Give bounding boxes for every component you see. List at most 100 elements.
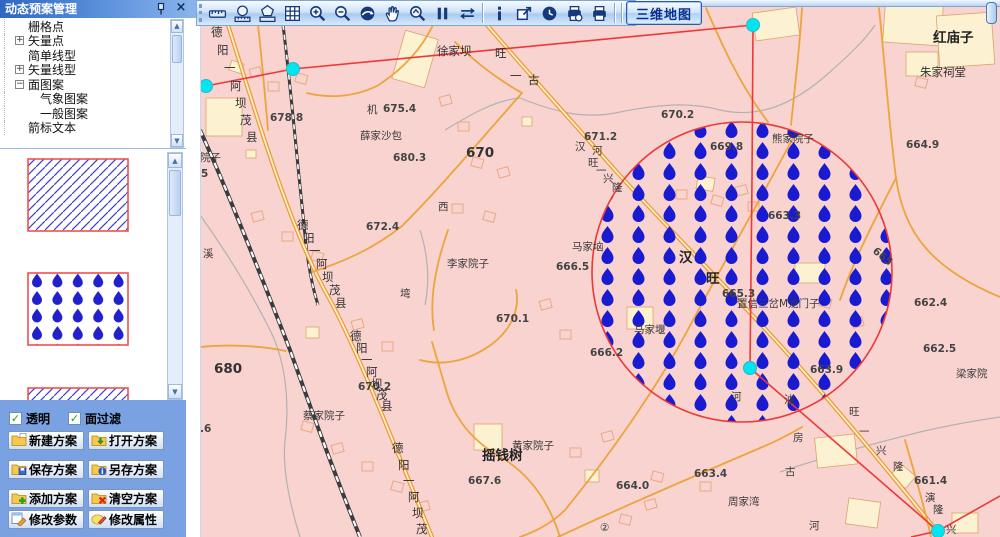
map-label: 周家湾: [728, 495, 760, 508]
pattern-scrollbar-thumb[interactable]: [169, 170, 181, 216]
tree-guide: [4, 48, 15, 63]
edit-params-icon: [11, 511, 27, 529]
tree-guide: [4, 34, 15, 49]
zoom-out-icon[interactable]: [330, 2, 354, 25]
vertex-handle[interactable]: [747, 19, 760, 32]
map-label: 红庙子: [933, 29, 974, 46]
pattern-scrollbar[interactable]: ▲ ▼: [167, 152, 183, 400]
export-icon[interactable]: [512, 2, 536, 25]
vertex-handle[interactable]: [932, 525, 945, 537]
tree-item-矢量线型[interactable]: +矢量线型: [0, 63, 168, 78]
zoom-in-icon[interactable]: [305, 2, 329, 25]
pin-icon[interactable]: [154, 2, 168, 16]
modify-params-plan-button[interactable]: 修改参数: [8, 510, 84, 529]
collapse-minus-icon[interactable]: −: [15, 80, 24, 89]
map-label: 李家院子: [447, 257, 489, 270]
pan-hand-icon[interactable]: [380, 2, 404, 25]
tree-item-矢量点[interactable]: +矢量点: [0, 34, 168, 49]
map-label: 5: [201, 168, 208, 180]
folder-saveas-icon: [91, 461, 107, 479]
map-label: 669.8: [710, 141, 743, 153]
tree-item-一般图案[interactable]: 一般图案: [0, 106, 168, 121]
tree-item-label: 箭标文本: [27, 119, 76, 136]
map-label: 阳: [303, 231, 315, 245]
layer-tree: 栅格点+矢量点简单线型+矢量线型−面图案气象图案一般图案箭标文本: [0, 19, 168, 148]
button-label: 清空方案: [109, 490, 157, 507]
folder-open-icon: [91, 432, 107, 450]
scroll-down-icon[interactable]: ▼: [171, 134, 183, 147]
partial-pattern[interactable]: [27, 387, 129, 400]
toolbar-separator: [614, 3, 616, 23]
map-label: 旺: [706, 271, 720, 287]
map-label: 旺: [849, 406, 860, 418]
globe-icon[interactable]: [355, 2, 379, 25]
print-icon[interactable]: [587, 2, 611, 25]
vertex-handle[interactable]: [744, 362, 757, 375]
tree-item-栅格点[interactable]: 栅格点: [0, 19, 168, 34]
map-label: 680: [214, 361, 242, 377]
vertex-handle[interactable]: [200, 80, 213, 93]
map-label: 兴: [946, 524, 957, 536]
plan-area-circle-annotation[interactable]: [592, 122, 892, 422]
map-label: 670.1: [496, 313, 529, 325]
checkbox-checked[interactable]: ✓: [9, 412, 22, 425]
pause-icon[interactable]: [430, 2, 454, 25]
map-label: 德: [297, 218, 309, 232]
scroll-up-icon[interactable]: ▲: [171, 20, 183, 33]
button-label: 另存方案: [109, 461, 157, 478]
tree-guide: [4, 106, 15, 121]
tree-scrollbar-thumb[interactable]: [172, 35, 182, 63]
saveas-plan-button[interactable]: 另存方案: [88, 460, 164, 479]
map-label: 隆: [893, 460, 904, 473]
tree-leaf-dash: [15, 22, 24, 31]
print-preview-icon[interactable]: [562, 2, 586, 25]
map-label: 阳: [217, 43, 229, 57]
map-canvas[interactable]: 徐家坝红庙子朱家祠堂熊家院子薛家沙包李家院子马家垴马家堰蔡家院子黄家院子摇钱树周…: [200, 7, 1000, 537]
modify-props-plan-button[interactable]: 修改属性: [88, 510, 164, 529]
tree-item-箭标文本[interactable]: 箭标文本: [0, 121, 168, 136]
tree-guide: [4, 63, 15, 78]
scroll-down-icon[interactable]: ▼: [168, 384, 182, 399]
scroll-up-icon[interactable]: ▲: [168, 153, 182, 168]
expand-plus-icon[interactable]: +: [15, 36, 24, 45]
map-label: 一: [309, 244, 321, 258]
map-3d-button[interactable]: 三维地图: [626, 1, 702, 25]
map-label: 一: [403, 474, 415, 488]
grid-icon[interactable]: [280, 2, 304, 25]
swap-icon[interactable]: [455, 2, 479, 25]
toolbar-separator: [482, 3, 484, 23]
new-plan-button[interactable]: 新建方案: [8, 431, 84, 450]
zoom-prev-icon[interactable]: [405, 2, 429, 25]
map-label: 667.6: [468, 475, 501, 487]
map-label: 徐家坝: [437, 44, 472, 58]
tree-indent: [15, 92, 27, 107]
map-corner-control[interactable]: [986, 2, 997, 24]
clear-plan-button[interactable]: 清空方案: [88, 489, 164, 508]
map-label: 河: [592, 145, 603, 157]
expand-plus-icon[interactable]: +: [15, 65, 24, 74]
add-plan-button[interactable]: 添加方案: [8, 489, 84, 508]
open-plan-button[interactable]: 打开方案: [88, 431, 164, 450]
map-label: 机: [367, 103, 378, 116]
clock-icon[interactable]: [537, 2, 561, 25]
measure-polygon-icon[interactable]: [255, 2, 279, 25]
raindrop-fill-pattern[interactable]: [27, 272, 129, 346]
checkbox-checked[interactable]: ✓: [68, 412, 81, 425]
info-icon[interactable]: [487, 2, 511, 25]
tree-scrollbar[interactable]: ▲ ▼: [170, 19, 184, 148]
map-label: 院子: [200, 151, 221, 164]
tree-item-简单线型[interactable]: 简单线型: [0, 48, 168, 63]
toolbar-grip-handle[interactable]: [199, 4, 202, 22]
map-label: 675.4: [383, 103, 416, 115]
measure-line-icon[interactable]: [205, 2, 229, 25]
diagonal-hatch-pattern[interactable]: [27, 158, 129, 232]
map-label: 坝: [322, 270, 334, 284]
measure-circle-icon[interactable]: [230, 2, 254, 25]
tree-guide: [4, 77, 15, 92]
close-icon[interactable]: ×: [174, 0, 188, 16]
vertex-handle[interactable]: [287, 63, 300, 76]
map-label: 德: [211, 25, 223, 39]
checkbox-label: 面过滤: [85, 410, 121, 427]
map-label: 县: [381, 399, 393, 413]
save-plan-button[interactable]: 保存方案: [8, 460, 84, 479]
